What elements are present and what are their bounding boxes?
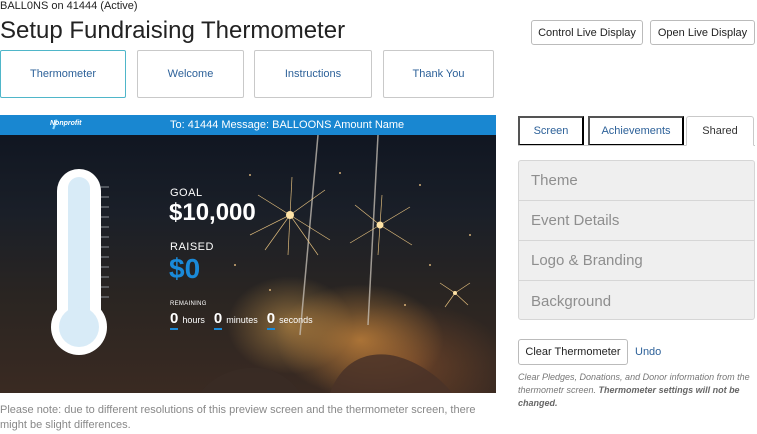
goal-amount: $10,000 — [169, 199, 256, 226]
settings-accordion: Theme Event Details Logo & Branding Back… — [518, 160, 755, 320]
page-title: Setup Fundraising Thermometer — [0, 17, 346, 44]
countdown-hours: 0 — [170, 310, 179, 330]
tab-screen[interactable]: Screen — [518, 116, 584, 146]
raised-amount: $0 — [169, 253, 201, 284]
countdown-minutes-label: minutes — [226, 315, 258, 325]
countdown: 0 hours 0 minutes 0 seconds — [170, 310, 318, 330]
tab-achievements[interactable]: Achievements — [588, 116, 684, 146]
countdown-seconds: 0 — [266, 310, 276, 330]
tab-thermometer[interactable]: Thermometer — [0, 50, 126, 98]
goal-label: GOAL — [170, 187, 203, 199]
accordion-background[interactable]: Background — [519, 281, 754, 321]
tab-shared[interactable]: Shared — [686, 116, 754, 146]
preview-note: Please note: due to different resolution… — [0, 404, 476, 431]
tab-thank-you[interactable]: Thank You — [383, 50, 494, 98]
remaining-label: REMAINING — [170, 301, 207, 307]
open-live-display-button[interactable]: Open Live Display — [650, 20, 755, 45]
accordion-logo-branding[interactable]: Logo & Branding — [519, 241, 754, 281]
accordion-theme[interactable]: Theme — [519, 161, 754, 201]
tab-instructions[interactable]: Instructions — [254, 50, 372, 98]
tab-welcome[interactable]: Welcome — [137, 50, 244, 98]
campaign-status: BALL0NS on 41444 (Active) — [0, 0, 138, 12]
brand-logo: Nonprofit — [50, 120, 82, 127]
raised-label: RAISED — [170, 241, 214, 253]
thermometer-graphic — [51, 169, 109, 355]
undo-link[interactable]: Undo — [635, 346, 661, 358]
control-live-display-button[interactable]: Control Live Display — [531, 20, 643, 45]
countdown-minutes: 0 — [213, 310, 223, 330]
preview-instruction-bar: Nonprofit To: 41444 Message: BALLOONS Am… — [0, 115, 496, 135]
text-instruction: To: 41444 Message: BALLOONS Amount Name — [170, 119, 405, 131]
thermometer-preview: Nonprofit To: 41444 Message: BALLOONS Am… — [0, 115, 496, 393]
countdown-seconds-label: seconds — [279, 315, 313, 325]
clear-note: Clear Pledges, Donations, and Donor info… — [518, 371, 755, 410]
countdown-hours-label: hours — [182, 315, 205, 325]
accordion-event-details[interactable]: Event Details — [519, 201, 754, 241]
clear-thermometer-button[interactable]: Clear Thermometer — [518, 339, 628, 365]
sparkler-background — [51, 134, 471, 393]
